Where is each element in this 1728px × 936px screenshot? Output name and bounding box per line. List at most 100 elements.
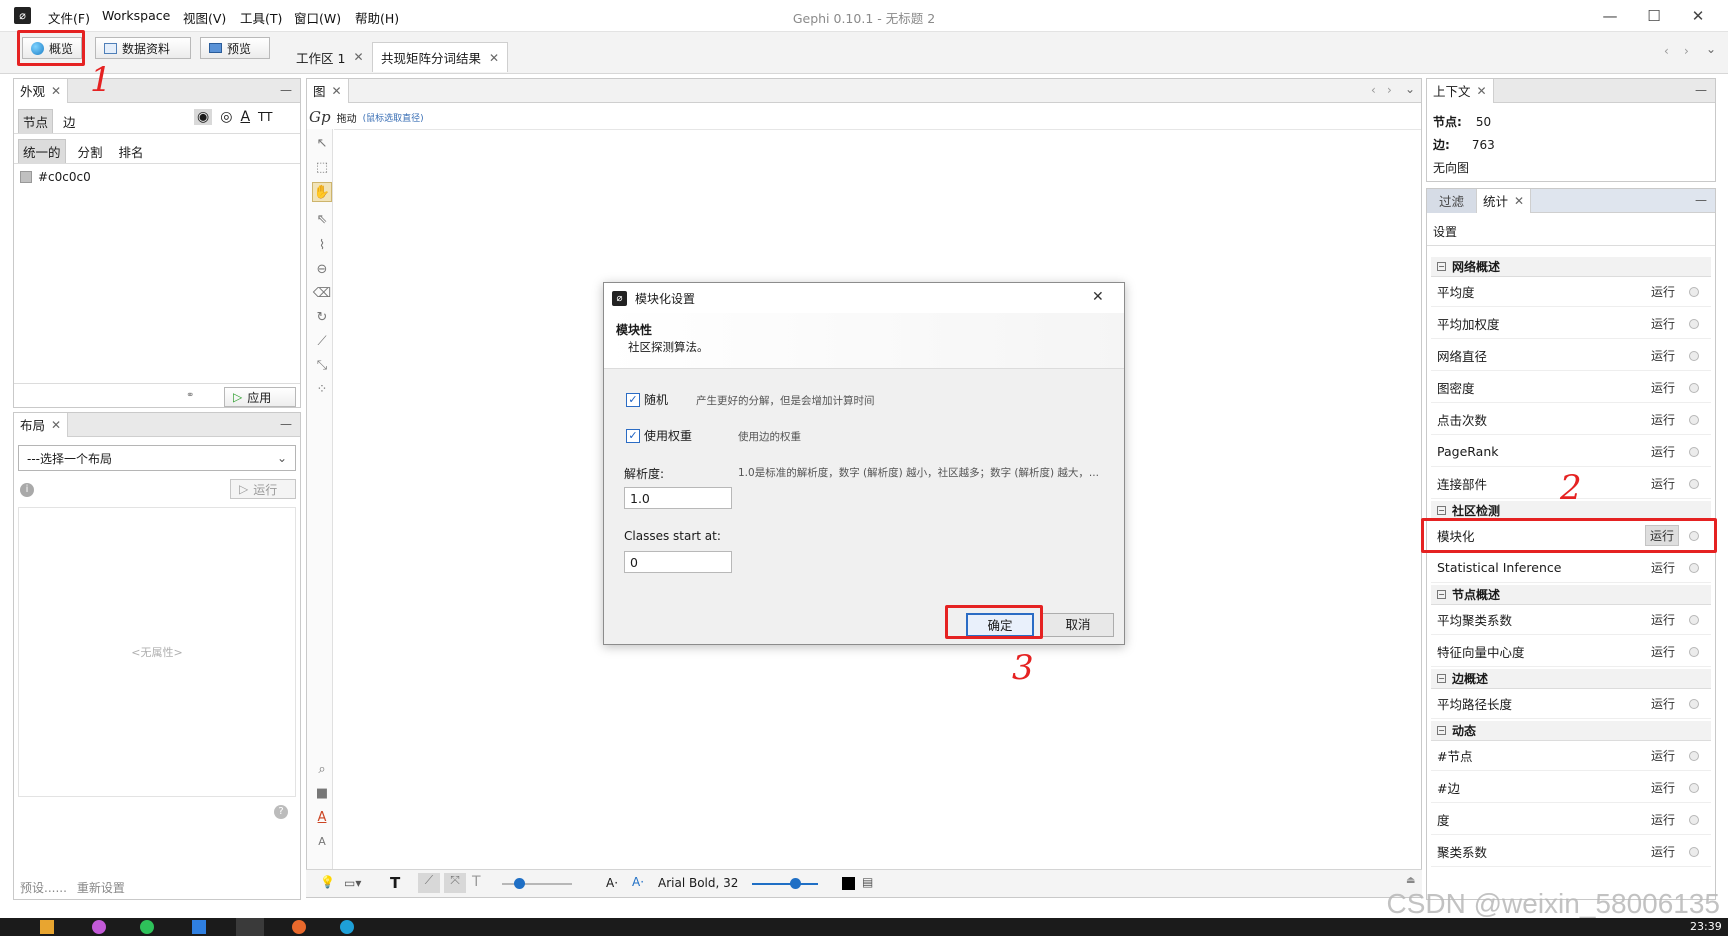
- run-button[interactable]: 运行: [1647, 778, 1679, 797]
- run-button[interactable]: 运行: [1647, 610, 1679, 629]
- collapse-icon[interactable]: −: [1437, 674, 1446, 683]
- run-button[interactable]: 运行: [1647, 378, 1679, 397]
- shortest-path-icon[interactable]: ⟋: [312, 332, 332, 352]
- label-icon[interactable]: T: [472, 874, 481, 890]
- text-toggle-icon[interactable]: T: [390, 874, 400, 892]
- tab-statistics[interactable]: 统计 ✕: [1477, 188, 1532, 213]
- info-icon[interactable]: [1689, 646, 1699, 657]
- modularity-run-button[interactable]: 运行: [1644, 525, 1679, 546]
- minimize-panel-icon[interactable]: —: [280, 83, 292, 97]
- info-icon[interactable]: [1689, 814, 1699, 825]
- data-lab-button[interactable]: 数据资料: [95, 37, 191, 59]
- menu-help[interactable]: 帮助(H): [355, 8, 399, 27]
- presets-link[interactable]: 预设......: [20, 879, 67, 896]
- background-icon[interactable]: ■: [312, 784, 332, 804]
- firefox-icon[interactable]: [292, 920, 306, 934]
- size-icon[interactable]: ◎: [220, 109, 232, 125]
- run-button[interactable]: 运行: [1647, 694, 1679, 713]
- folder-icon[interactable]: [40, 920, 54, 934]
- edge-scale-slider[interactable]: [502, 883, 572, 885]
- minimize-panel-icon[interactable]: —: [280, 417, 292, 431]
- use-weights-checkbox[interactable]: ✓: [626, 428, 640, 443]
- info-icon[interactable]: [1689, 698, 1699, 709]
- eraser-icon[interactable]: ⌫: [312, 284, 332, 304]
- slider-handle[interactable]: [790, 878, 801, 889]
- tab-appearance[interactable]: 外观 ✕: [14, 78, 69, 103]
- tab-context[interactable]: 上下文 ✕: [1427, 78, 1494, 103]
- label-size-icon[interactable]: TT: [258, 110, 272, 124]
- rectangle-select-icon[interactable]: ⬚: [312, 158, 332, 178]
- info-icon[interactable]: [1689, 382, 1699, 393]
- info-icon[interactable]: [1689, 286, 1699, 297]
- randomize-option[interactable]: ✓ 随机: [626, 391, 668, 408]
- info-icon[interactable]: [1689, 530, 1699, 541]
- reset-link[interactable]: 重新设置: [77, 879, 125, 896]
- chain-icon[interactable]: ⚭: [186, 390, 194, 401]
- light-bulb-icon[interactable]: 💡: [320, 875, 335, 889]
- randomize-checkbox[interactable]: ✓: [626, 392, 640, 407]
- collapse-icon[interactable]: −: [1437, 590, 1446, 599]
- tab-graph[interactable]: 图 ✕: [307, 78, 349, 103]
- menu-tools[interactable]: 工具(T): [240, 8, 282, 27]
- edge-toggle-icon[interactable]: ⟋: [418, 873, 440, 893]
- tab-scroll-left-icon[interactable]: ‹: [1664, 44, 1669, 58]
- section-node-overview[interactable]: − 节点概述: [1431, 585, 1711, 605]
- run-button[interactable]: 运行: [1647, 442, 1679, 461]
- run-button[interactable]: 运行: [1647, 474, 1679, 493]
- menu-workspace[interactable]: Workspace: [102, 8, 170, 23]
- paint-icon[interactable]: ⌇: [312, 236, 332, 256]
- preview-button[interactable]: 预览: [200, 37, 270, 59]
- run-button[interactable]: 运行: [1647, 410, 1679, 429]
- section-edge-overview[interactable]: − 边概述: [1431, 669, 1711, 689]
- font-size-scale-icon[interactable]: A·: [632, 875, 644, 889]
- layout-select[interactable]: ---选择一个布局 ⌄: [18, 445, 296, 471]
- font-scale-icon[interactable]: A·: [606, 876, 618, 890]
- edge-browser-icon[interactable]: [340, 920, 354, 934]
- tab-partition[interactable]: 分割: [74, 140, 107, 163]
- nav-left-icon[interactable]: ‹: [1371, 83, 1376, 97]
- use-weights-option[interactable]: ✓ 使用权重: [626, 427, 692, 444]
- close-icon[interactable]: ✕: [51, 84, 61, 98]
- info-icon[interactable]: [1689, 414, 1699, 425]
- maximize-button[interactable]: ☐: [1634, 4, 1674, 28]
- close-icon[interactable]: ✕: [51, 418, 61, 432]
- tab-edges[interactable]: 边: [59, 110, 80, 133]
- info-icon[interactable]: [1689, 782, 1699, 793]
- close-icon[interactable]: ✕: [1514, 194, 1524, 208]
- tab-nodes[interactable]: 节点: [18, 109, 54, 134]
- collapse-icon[interactable]: −: [1437, 726, 1446, 735]
- drag-hand-icon[interactable]: ✋: [312, 182, 332, 202]
- menu-file[interactable]: 文件(F): [48, 8, 90, 27]
- collapse-icon[interactable]: −: [1437, 262, 1446, 271]
- classes-input[interactable]: 0: [624, 551, 732, 573]
- run-button[interactable]: 运行: [1647, 346, 1679, 365]
- overview-button[interactable]: 概览: [22, 37, 82, 59]
- rotate-icon[interactable]: ↻: [312, 308, 332, 328]
- close-icon[interactable]: ✕: [332, 84, 342, 98]
- font-color-icon[interactable]: A: [312, 808, 332, 828]
- slider-handle[interactable]: [514, 878, 525, 889]
- info-icon[interactable]: [1689, 846, 1699, 857]
- minimize-panel-icon[interactable]: —: [1695, 193, 1707, 207]
- tab-unique[interactable]: 统一的: [18, 139, 66, 164]
- statistics-settings[interactable]: 设置: [1433, 223, 1457, 240]
- minimize-button[interactable]: —: [1590, 4, 1630, 28]
- apply-button[interactable]: ▷ 应用: [224, 387, 296, 407]
- wechat-icon[interactable]: [140, 920, 154, 934]
- label-color-icon[interactable]: A: [240, 109, 250, 125]
- close-button[interactable]: ✕: [1678, 4, 1718, 28]
- tab-filters[interactable]: 过滤: [1427, 188, 1478, 213]
- info-icon[interactable]: [1689, 478, 1699, 489]
- label-scale-slider[interactable]: [752, 883, 818, 885]
- run-button[interactable]: 运行: [1647, 746, 1679, 765]
- resolution-input[interactable]: 1.0: [624, 487, 732, 509]
- run-button[interactable]: 运行: [1647, 314, 1679, 333]
- minimize-panel-icon[interactable]: —: [1695, 83, 1707, 97]
- select-arrow-icon[interactable]: ↖: [312, 134, 332, 154]
- lock-icon[interactable]: ⏏: [1406, 875, 1415, 886]
- collapse-icon[interactable]: −: [1437, 506, 1446, 515]
- info-icon[interactable]: [1689, 318, 1699, 329]
- tab-scroll-right-icon[interactable]: ›: [1684, 44, 1689, 58]
- run-button[interactable]: 运行: [1647, 810, 1679, 829]
- info-icon[interactable]: [1689, 750, 1699, 761]
